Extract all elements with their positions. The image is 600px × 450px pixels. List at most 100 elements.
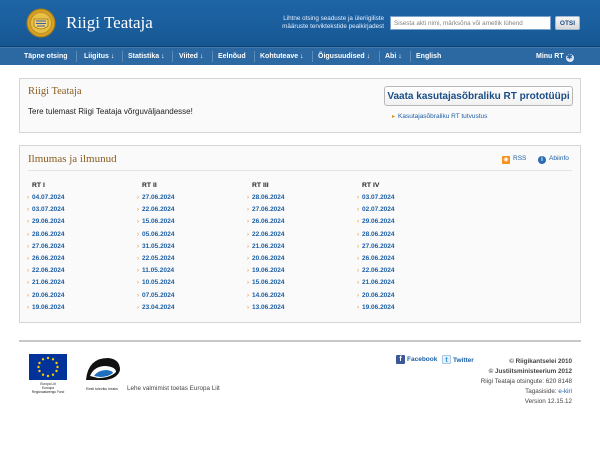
nav-english[interactable]: English xyxy=(414,48,443,65)
bullet-icon: › xyxy=(27,304,29,311)
bullet-icon: › xyxy=(137,219,139,226)
prototype-intro-link[interactable]: ▸ Kasutajasõbraliku RT tutvustus xyxy=(392,113,487,120)
main-nav: Täpne otsing Liigitus ↓ Statistika ↓ Vii… xyxy=(0,47,600,65)
date-link[interactable]: › 28.06.2024 xyxy=(27,229,127,241)
search-input[interactable] xyxy=(390,16,551,30)
search-button[interactable]: OTSI xyxy=(555,16,580,30)
info-link[interactable]: i Abiinfo xyxy=(538,155,569,164)
bullet-icon: › xyxy=(357,207,359,214)
date-link[interactable]: › 28.06.2024 xyxy=(357,229,457,241)
date-link[interactable]: › 07.05.2024 xyxy=(137,290,237,302)
column-rt-iv: RT IV › 03.07.2024 › 02.07.2024 › 29.06.202… xyxy=(357,180,457,314)
date-link[interactable]: › 27.06.2024 xyxy=(137,192,237,204)
date-link[interactable]: › 13.06.2024 xyxy=(247,302,347,314)
bullet-icon: › xyxy=(137,195,139,201)
facebook-icon: f xyxy=(396,355,405,364)
date-link[interactable]: › 05.06.2024 xyxy=(137,229,237,241)
bullet-icon: › xyxy=(137,304,139,311)
bullet-icon: › xyxy=(27,292,29,299)
nav-minu-rt[interactable]: Minu RT ✱ xyxy=(534,48,576,65)
bullet-icon: › xyxy=(137,268,139,275)
nav-separator xyxy=(172,51,173,62)
date-link[interactable]: › 26.06.2024 xyxy=(357,253,457,265)
date-link[interactable]: › 03.07.2024 xyxy=(357,192,457,204)
bullet-icon: › xyxy=(27,268,29,275)
date-link[interactable]: › 15.06.2024 xyxy=(247,277,347,289)
date-link[interactable]: › 22.06.2024 xyxy=(137,204,237,216)
prototype-button[interactable]: Vaata kasutajasõbraliku RT prototüüpi xyxy=(384,86,573,106)
date-link[interactable]: › 22.06.2024 xyxy=(357,265,457,277)
date-link[interactable]: › 15.06.2024 xyxy=(137,216,237,228)
date-link[interactable]: › 28.06.2024 xyxy=(247,192,347,204)
date-link[interactable]: › 20.06.2024 xyxy=(27,290,127,302)
nav-statistika[interactable]: Statistika ↓ xyxy=(126,48,167,65)
date-link[interactable]: › 26.06.2024 xyxy=(247,216,347,228)
date-link[interactable]: › 27.06.2024 xyxy=(247,204,347,216)
date-link[interactable]: › 26.06.2024 xyxy=(27,253,127,265)
nav-liigitus[interactable]: Liigitus ↓ xyxy=(82,48,116,65)
bullet-icon: › xyxy=(137,292,139,299)
feedback: Tagasiside: e-kiri xyxy=(525,388,572,395)
issues-panel-title: Ilmumas ja ilmunud xyxy=(28,153,117,165)
date-link[interactable]: › 23.04.2024 xyxy=(137,302,237,314)
date-link[interactable]: › 22.06.2024 xyxy=(27,265,127,277)
bullet-icon: › xyxy=(27,280,29,287)
date-link[interactable]: › 19.06.2024 xyxy=(247,265,347,277)
column-header: RT I xyxy=(32,182,45,189)
nav-abi[interactable]: Abi ↓ xyxy=(383,48,404,65)
nav-kohtuteave[interactable]: Kohtuteave ↓ xyxy=(258,48,306,65)
date-link[interactable]: › 11.05.2024 xyxy=(137,265,237,277)
date-link[interactable]: › 29.06.2024 xyxy=(27,216,127,228)
date-link[interactable]: › 20.06.2024 xyxy=(357,290,457,302)
minu-rt-label: Minu RT xyxy=(536,53,564,60)
date-link[interactable]: › 27.06.2024 xyxy=(357,241,457,253)
date-link[interactable]: › 03.07.2024 xyxy=(27,204,127,216)
bullet-icon: › xyxy=(27,195,29,201)
welcome-message: Tere tulemast Riigi Teataja võrguväljaan… xyxy=(28,107,193,116)
bullet-icon: › xyxy=(247,219,249,226)
bullet-icon: › xyxy=(357,195,359,201)
site-title[interactable]: Riigi Teataja xyxy=(66,13,153,33)
date-link[interactable]: › 14.06.2024 xyxy=(247,290,347,302)
column-header: RT III xyxy=(252,182,269,189)
feedback-email-link[interactable]: e-kiri xyxy=(558,388,572,395)
date-link[interactable]: › 29.06.2024 xyxy=(357,216,457,228)
facebook-link[interactable]: f Facebook xyxy=(396,355,437,364)
bullet-icon: › xyxy=(247,304,249,311)
bullet-icon: › xyxy=(27,243,29,250)
nav-separator xyxy=(76,51,77,62)
date-link[interactable]: › 21.06.2024 xyxy=(247,241,347,253)
date-link[interactable]: › 02.07.2024 xyxy=(357,204,457,216)
nav-oigusuudised[interactable]: Õigusuudised ↓ xyxy=(316,48,372,65)
column-rt-ii: RT II › 27.06.2024 › 22.06.2024 › 15.06.202… xyxy=(137,180,237,314)
bullet-icon: › xyxy=(247,207,249,214)
date-link[interactable]: › 04.07.2024 xyxy=(27,192,127,204)
twitter-icon: t xyxy=(442,355,451,364)
date-link[interactable]: › 19.06.2024 xyxy=(27,302,127,314)
contact-phone: Riigi Teataja otsingute: 620 8148 xyxy=(480,378,572,385)
divider xyxy=(28,170,572,171)
coat-of-arms-icon[interactable] xyxy=(26,8,56,38)
nav-eelnoud[interactable]: Eelnõud xyxy=(216,48,248,65)
date-link[interactable]: › 27.06.2024 xyxy=(27,241,127,253)
date-link[interactable]: › 21.06.2024 xyxy=(357,277,457,289)
eu-fund-logo: Europa Liit Euroopa Regionaalarengu Fond xyxy=(29,354,67,394)
nav-tapne-otsing[interactable]: Täpne otsing xyxy=(22,48,70,65)
nav-separator xyxy=(122,51,123,62)
date-link[interactable]: › 22.05.2024 xyxy=(137,253,237,265)
bullet-icon: › xyxy=(247,268,249,275)
rss-link[interactable]: ◉ RSS xyxy=(502,155,526,164)
date-link[interactable]: › 22.06.2024 xyxy=(247,229,347,241)
welcome-panel: Riigi Teataja Tere tulemast Riigi Teataj… xyxy=(19,78,581,133)
date-link[interactable]: › 21.06.2024 xyxy=(27,277,127,289)
nav-viited[interactable]: Viited ↓ xyxy=(177,48,205,65)
bullet-icon: › xyxy=(357,292,359,299)
rss-icon: ◉ xyxy=(502,156,510,164)
date-link[interactable]: › 10.05.2024 xyxy=(137,277,237,289)
date-link[interactable]: › 20.06.2024 xyxy=(247,253,347,265)
bullet-icon: › xyxy=(27,207,29,214)
date-link[interactable]: › 19.06.2024 xyxy=(357,302,457,314)
twitter-link[interactable]: t Twitter xyxy=(442,355,474,364)
nav-separator xyxy=(312,51,313,62)
date-link[interactable]: › 31.05.2024 xyxy=(137,241,237,253)
